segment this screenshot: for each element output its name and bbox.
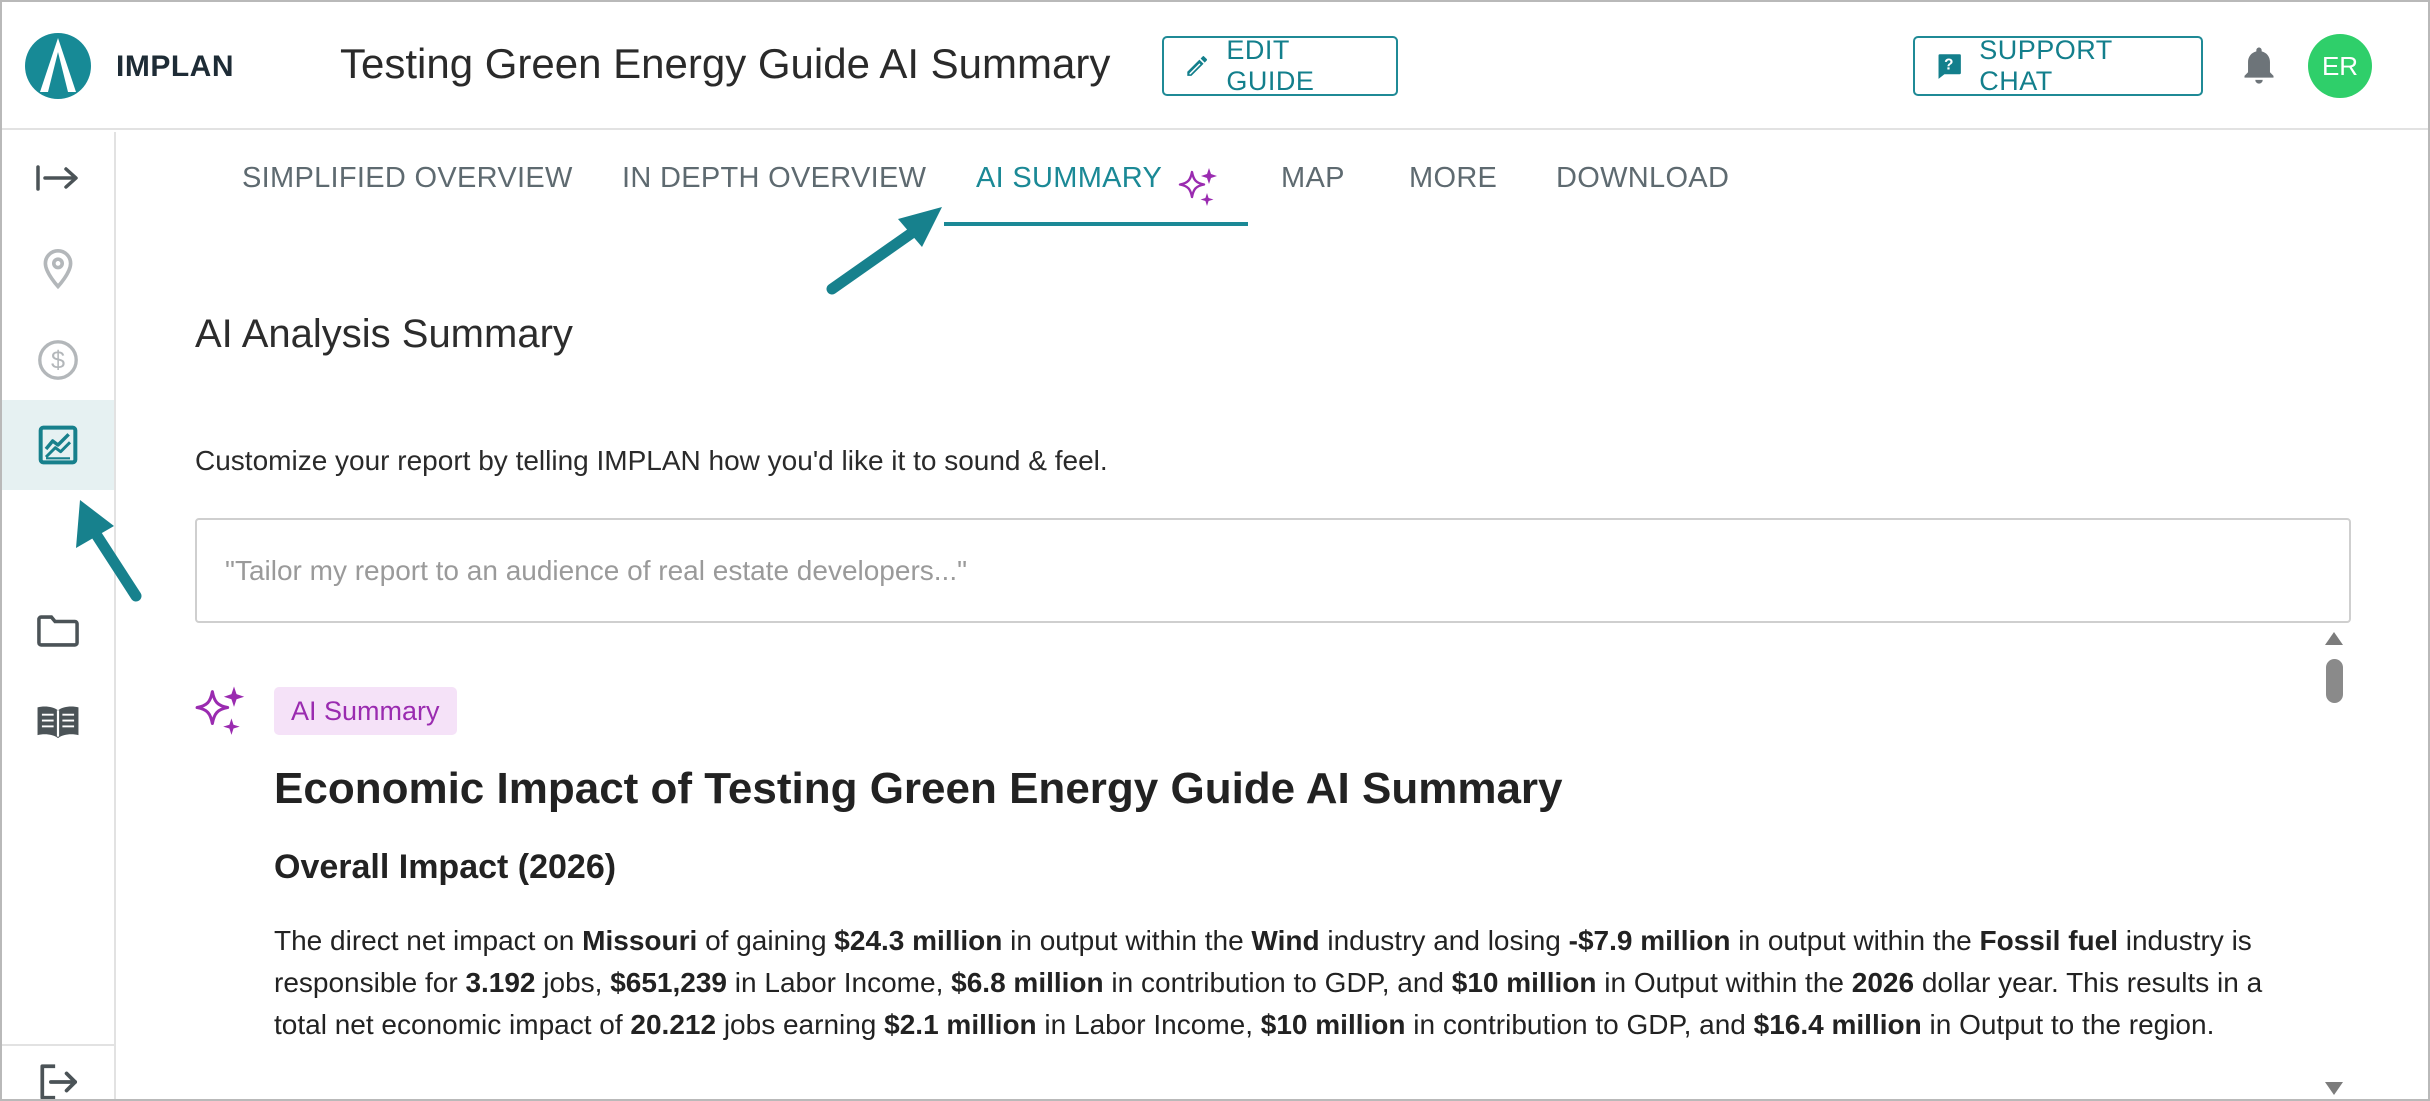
brand-name: IMPLAN [116, 50, 234, 83]
sidebar: $ [2, 132, 116, 1099]
summary-text: in Labor Income, [1036, 1009, 1261, 1040]
tab-more[interactable]: MORE [1409, 162, 1497, 195]
summary-highlight: 20.212 [630, 1009, 717, 1040]
ai-sparkle-icon [195, 686, 245, 735]
callout-arrow-tab [826, 207, 942, 295]
summary-highlight: $651,239 [610, 967, 728, 998]
sidebar-item-dollar[interactable]: $ [2, 315, 114, 405]
tab-download[interactable]: DOWNLOAD [1556, 162, 1729, 195]
customize-instruction: Customize your report by telling IMPLAN … [195, 445, 1108, 476]
summary-highlight: 3.192 [465, 967, 536, 998]
edit-guide-label: EDIT GUIDE [1226, 35, 1315, 96]
section-title: AI Analysis Summary [195, 312, 573, 356]
summary-highlight: $10 million [1451, 967, 1597, 998]
dollar-circle-icon: $ [38, 340, 78, 380]
svg-text:?: ? [1944, 57, 1954, 74]
sidebar-item-logout[interactable] [2, 1048, 114, 1099]
summary-highlight: $6.8 million [951, 967, 1104, 998]
tab-ai-summary[interactable]: AI SUMMARY [976, 162, 1162, 195]
summary-highlight: $16.4 million [1753, 1009, 1922, 1040]
active-tab-indicator [944, 222, 1248, 226]
overall-impact-heading: Overall Impact (2026) [274, 848, 617, 886]
summary-highlight: $2.1 million [884, 1009, 1037, 1040]
analytics-chart-icon [38, 425, 78, 465]
sidebar-item-analytics[interactable] [2, 400, 114, 490]
edit-guide-button[interactable]: EDIT GUIDE [1162, 35, 1398, 96]
scroll-down-arrow[interactable] [2325, 1082, 2343, 1095]
scroll-up-arrow[interactable] [2325, 632, 2343, 645]
callout-arrow-sidebar [76, 500, 142, 602]
summary-text: in contribution to GDP, and [1405, 1009, 1754, 1040]
pencil-icon [1187, 56, 1208, 76]
sidebar-divider [2, 1044, 114, 1046]
summary-text: in Labor Income, [727, 967, 952, 998]
expand-arrow-icon [36, 165, 78, 191]
summary-paragraph: The direct net impact on Missouri of gai… [274, 920, 2314, 1046]
scrollbar-thumb[interactable] [2326, 659, 2343, 703]
summary-text: in Output within the [1596, 967, 1852, 998]
support-chat-button[interactable]: ? SUPPORT CHAT [1913, 35, 2203, 96]
ai-summary-badge: AI Summary [274, 687, 457, 735]
summary-text: jobs earning [716, 1009, 885, 1040]
summary-highlight: Wind [1251, 925, 1320, 956]
summary-text: in output within the [1730, 925, 1980, 956]
tab-in-depth-overview[interactable]: IN DEPTH OVERVIEW [622, 162, 926, 195]
summary-text: in output within the [1002, 925, 1252, 956]
support-chat-label: SUPPORT CHAT [1979, 35, 2113, 96]
summary-text: in Output to the region. [1921, 1009, 2215, 1040]
page-title: Testing Green Energy Guide AI Summary [340, 40, 1111, 87]
tab-simplified-overview[interactable]: SIMPLIFIED OVERVIEW [242, 162, 573, 195]
report-tone-input[interactable] [195, 518, 2351, 623]
summary-highlight: $10 million [1260, 1009, 1406, 1040]
location-pin-icon [43, 248, 73, 290]
sidebar-item-guide[interactable] [2, 677, 114, 767]
sidebar-item-expand[interactable] [2, 133, 114, 223]
logout-icon [40, 1064, 77, 1099]
summary-highlight: Fossil fuel [1979, 925, 2118, 956]
top-bar: IMPLAN Testing Green Energy Guide AI Sum… [2, 2, 2428, 130]
book-icon [37, 706, 79, 739]
summary-highlight: -$7.9 million [1568, 925, 1731, 956]
chat-question-icon: ? [1938, 54, 1961, 79]
summary-highlight: $24.3 million [834, 925, 1003, 956]
summary-highlight: Missouri [582, 925, 698, 956]
user-avatar[interactable]: ER [2308, 34, 2372, 98]
tab-map[interactable]: MAP [1281, 162, 1345, 195]
svg-text:$: $ [51, 346, 65, 374]
summary-heading: Economic Impact of Testing Green Energy … [274, 764, 1563, 813]
summary-text: The direct net impact on [274, 925, 583, 956]
notification-bell-icon[interactable] [2237, 44, 2281, 90]
summary-text: in contribution to GDP, and [1103, 967, 1452, 998]
folder-icon [37, 615, 79, 647]
summary-text: jobs, [535, 967, 611, 998]
implan-logo-icon [25, 33, 91, 99]
summary-text: of gaining [697, 925, 835, 956]
summary-highlight: 2026 [1851, 967, 1915, 998]
app-window: IMPLAN Testing Green Energy Guide AI Sum… [0, 0, 2430, 1101]
sidebar-item-location[interactable] [2, 224, 114, 314]
ai-sparkle-icon [1178, 168, 1217, 206]
summary-text: industry and losing [1319, 925, 1569, 956]
